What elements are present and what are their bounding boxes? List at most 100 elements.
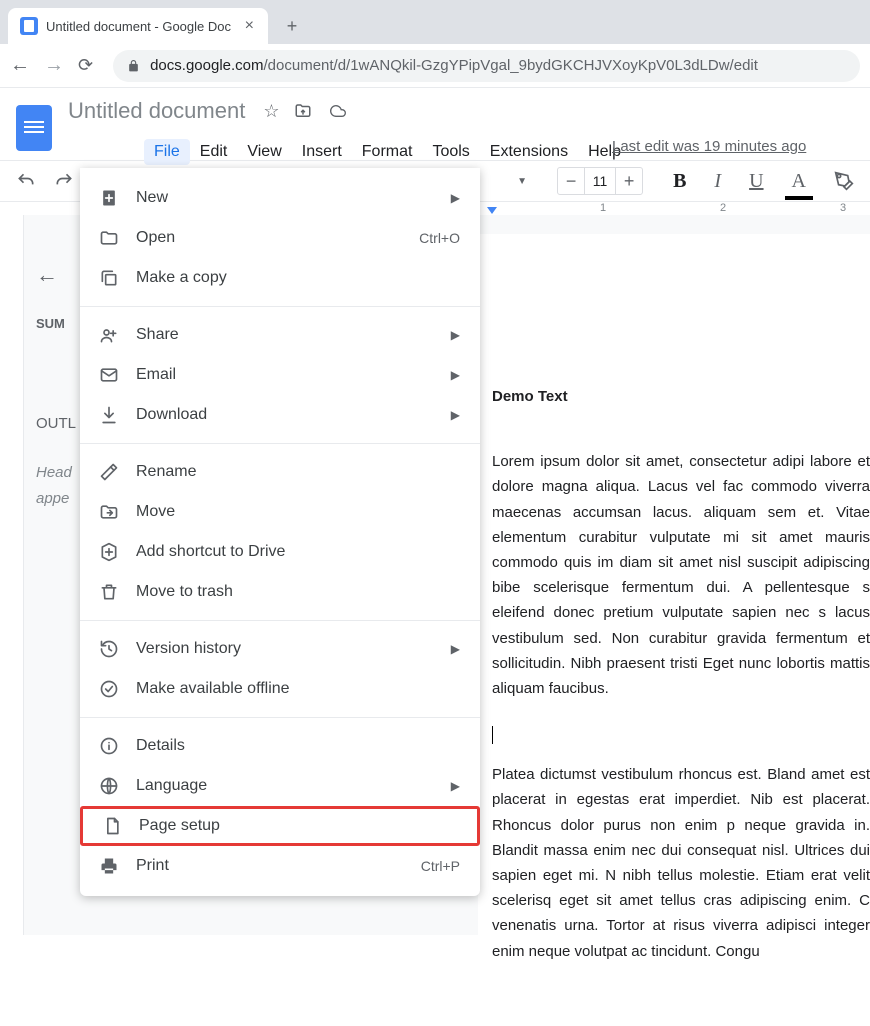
menu-format[interactable]: Format — [352, 139, 423, 165]
file-menu-print[interactable]: Print Ctrl+P — [80, 846, 480, 886]
file-menu-share[interactable]: Share▶ — [80, 315, 480, 355]
browser-reload-button[interactable]: ⟳ — [78, 55, 93, 76]
menu-item-label: Move to trash — [136, 583, 460, 601]
menu-extensions[interactable]: Extensions — [480, 139, 578, 165]
browser-back-button[interactable]: ← — [10, 54, 30, 77]
underline-button[interactable]: U — [743, 166, 769, 197]
print-icon — [98, 856, 120, 876]
browser-address-bar: ← → ⟳ docs.google.com/document/d/1wANQki… — [0, 44, 870, 88]
mail-icon — [98, 365, 120, 385]
file-menu-add-shortcut-to-drive[interactable]: Add shortcut to Drive — [80, 532, 480, 572]
highlight-color-button[interactable] — [828, 167, 860, 195]
indent-marker-icon[interactable] — [487, 207, 497, 214]
redo-button[interactable] — [48, 167, 80, 195]
file-menu-language[interactable]: Language ▶ — [80, 766, 480, 806]
vertical-ruler[interactable] — [0, 215, 24, 935]
file-menu-download[interactable]: Download ▶ — [80, 395, 480, 435]
file-menu-page-setup[interactable]: Page setup — [80, 806, 480, 846]
menu-item-label: New — [136, 189, 435, 207]
copy-icon — [98, 268, 120, 288]
tab-close-button[interactable]: × — [241, 15, 258, 37]
file-menu-move[interactable]: Move — [80, 492, 480, 532]
file-menu-move-to-trash[interactable]: Move to trash — [80, 572, 480, 612]
italic-button[interactable]: I — [708, 166, 727, 197]
bold-button[interactable]: B — [667, 166, 692, 197]
font-size-box: − + — [557, 167, 643, 195]
menu-item-label: Print — [136, 857, 405, 875]
folder-icon — [98, 228, 120, 248]
undo-button[interactable] — [10, 167, 42, 195]
google-docs-logo[interactable] — [16, 105, 52, 151]
document-title[interactable]: Untitled document — [64, 96, 249, 126]
chevron-right-icon: ▶ — [451, 779, 460, 793]
file-menu-details[interactable]: Details — [80, 726, 480, 766]
file-menu-new[interactable]: New ▶ — [80, 178, 480, 218]
share-icon — [98, 325, 120, 345]
file-menu-dropdown: New▶OpenCtrl+OMake a copyShare▶Email▶Dow… — [80, 168, 480, 896]
outline-summary-heading: SUM — [36, 316, 76, 331]
menu-item-label: Open — [136, 229, 403, 247]
menu-item-label: Email — [136, 366, 435, 384]
browser-tab-strip: Untitled document - Google Doc × + — [0, 0, 870, 44]
chevron-right-icon: ▶ — [451, 408, 460, 422]
font-size-decrease-button[interactable]: − — [558, 168, 584, 194]
url-box[interactable]: docs.google.com/document/d/1wANQkil-GzgY… — [113, 50, 860, 82]
document-paragraph: Lorem ipsum dolor sit amet, consectetur … — [492, 449, 870, 701]
font-size-input[interactable] — [584, 168, 616, 194]
text-color-button[interactable]: A — [786, 166, 812, 197]
outline-collapse-button[interactable]: ← — [36, 262, 76, 288]
info-icon — [98, 736, 120, 756]
font-size-increase-button[interactable]: + — [616, 168, 642, 194]
menu-item-label: Share — [136, 326, 435, 344]
docs-favicon — [20, 17, 38, 35]
plus-doc-icon — [98, 188, 120, 208]
document-heading: Demo Text — [492, 384, 870, 409]
tab-title: Untitled document - Google Doc — [46, 19, 233, 34]
menu-item-label: Add shortcut to Drive — [136, 543, 460, 561]
shortcut-icon — [98, 542, 120, 562]
ruler-tick: 1 — [600, 202, 606, 214]
menu-item-shortcut: Ctrl+O — [419, 230, 460, 246]
last-edit-link[interactable]: Last edit was 19 minutes ago — [612, 138, 806, 155]
menu-file[interactable]: File — [144, 139, 190, 165]
outline-body-text: Headappe — [36, 460, 76, 511]
menu-view[interactable]: View — [237, 139, 291, 165]
file-menu-make-available-offline[interactable]: Make available offline — [80, 669, 480, 709]
lock-icon — [127, 59, 140, 73]
menu-tools[interactable]: Tools — [422, 139, 479, 165]
file-menu-version-history[interactable]: Version history▶ — [80, 629, 480, 669]
styles-dropdown-chevron-icon[interactable]: ▼ — [517, 176, 527, 187]
star-icon[interactable]: ☆ — [263, 101, 279, 122]
menu-item-label: Download — [136, 406, 435, 424]
menu-item-label: Details — [136, 737, 460, 755]
menu-item-label: Page setup — [139, 817, 457, 835]
menu-edit[interactable]: Edit — [190, 139, 238, 165]
outline-heading: OUTL — [36, 415, 76, 432]
browser-tab[interactable]: Untitled document - Google Doc × — [8, 8, 268, 44]
offline-icon — [98, 679, 120, 699]
menu-item-label: Language — [136, 777, 435, 795]
file-menu-email[interactable]: Email▶ — [80, 355, 480, 395]
menu-item-label: Make available offline — [136, 680, 460, 698]
rename-icon — [98, 462, 120, 482]
document-paragraph: Platea dictumst vestibulum rhoncus est. … — [492, 762, 870, 964]
text-cursor — [492, 726, 493, 744]
page-icon — [101, 816, 123, 836]
file-menu-rename[interactable]: Rename — [80, 452, 480, 492]
history-icon — [98, 639, 120, 659]
new-tab-button[interactable]: + — [278, 12, 306, 40]
file-menu-make-a-copy[interactable]: Make a copy — [80, 258, 480, 298]
document-page[interactable]: Demo Text Lorem ipsum dolor sit amet, co… — [478, 234, 870, 1026]
menu-item-shortcut: Ctrl+P — [421, 858, 460, 874]
menubar: FileEditViewInsertFormatToolsExtensionsH… — [80, 136, 631, 168]
browser-forward-button[interactable]: → — [44, 54, 64, 77]
outline-pane: ← SUM OUTL Headappe — [36, 262, 76, 511]
download-icon — [98, 405, 120, 425]
cloud-status-icon[interactable] — [327, 103, 349, 119]
file-menu-open[interactable]: Open Ctrl+O — [80, 218, 480, 258]
chevron-right-icon: ▶ — [451, 191, 460, 205]
menu-insert[interactable]: Insert — [292, 139, 352, 165]
move-to-folder-icon[interactable] — [293, 102, 313, 120]
ruler-tick: 2 — [720, 202, 726, 214]
menu-item-label: Make a copy — [136, 269, 460, 287]
